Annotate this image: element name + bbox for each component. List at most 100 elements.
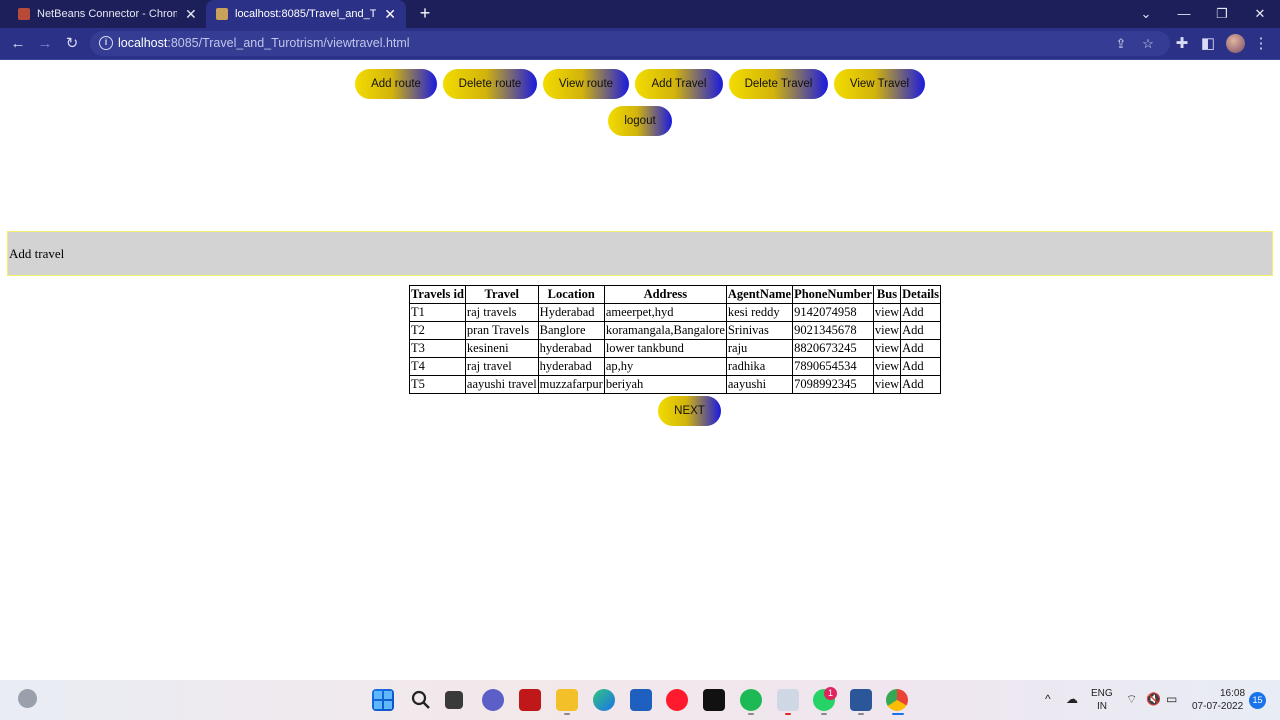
next-button[interactable]: NEXT: [658, 396, 721, 426]
tab-viewtravel[interactable]: localhost:8085/Travel_and_Turotrism ✕: [206, 0, 406, 28]
region-indicator: IN: [1097, 701, 1107, 712]
delete-route-button[interactable]: Delete route: [443, 69, 537, 99]
bus-view-link[interactable]: view: [872, 357, 902, 376]
add-travel-panel: Add travel: [7, 231, 1273, 276]
word-icon[interactable]: [850, 689, 872, 711]
details-add-link[interactable]: Add: [900, 339, 941, 358]
cell-travels-id: T1: [409, 303, 466, 322]
cell-travel: aayushi travel: [464, 375, 539, 394]
windows-start-icon[interactable]: [372, 689, 394, 711]
virtualbox-icon[interactable]: [777, 689, 799, 711]
view-travel-button[interactable]: View Travel: [834, 69, 925, 99]
cell-travel: raj travels: [464, 303, 539, 322]
bus-view-link[interactable]: view: [872, 303, 902, 322]
battery-icon[interactable]: ▭: [1166, 692, 1177, 706]
cell-phonenumber: 9142074958: [792, 303, 874, 322]
delete-travel-button[interactable]: Delete Travel: [729, 69, 828, 99]
tab-netbeans-connector[interactable]: NetBeans Connector - Chrome W ✕: [10, 0, 206, 28]
speaker-muted-icon[interactable]: 🔇: [1146, 692, 1161, 706]
tab-close-icon[interactable]: ✕: [384, 6, 396, 23]
opera-icon[interactable]: [666, 689, 688, 711]
cell-location: Banglore: [537, 321, 605, 340]
spotify-icon[interactable]: [740, 689, 762, 711]
column-header-address: Address: [603, 285, 727, 304]
onedrive-cloud-icon[interactable]: ☁: [1066, 692, 1078, 706]
add-travel-button[interactable]: Add Travel: [635, 69, 723, 99]
menu-kebab-icon[interactable]: ⋮: [1250, 33, 1272, 55]
search-icon[interactable]: [410, 689, 432, 711]
minimize-icon[interactable]: —: [1173, 4, 1195, 24]
cell-location: hyderabad: [537, 339, 605, 358]
netbeans-favicon-icon: [18, 8, 30, 20]
running-indicator: [892, 713, 904, 715]
new-tab-button[interactable]: +: [416, 4, 434, 24]
column-header-phonenumber: PhoneNumber: [792, 285, 874, 304]
share-icon[interactable]: ⇪: [1112, 35, 1130, 53]
mcafee-icon[interactable]: [519, 689, 541, 711]
forward-icon[interactable]: →: [34, 33, 56, 55]
cell-travel: pran Travels: [464, 321, 539, 340]
bus-view-link[interactable]: view: [872, 339, 902, 358]
task-view-icon[interactable]: [445, 691, 463, 709]
notification-count-badge[interactable]: 15: [1249, 692, 1266, 709]
cell-travel: raj travel: [464, 357, 539, 376]
edge-icon[interactable]: [593, 689, 615, 711]
teams-chat-icon[interactable]: [482, 689, 504, 711]
restore-icon[interactable]: ❐: [1211, 4, 1233, 24]
cell-address: lower tankbund: [603, 339, 727, 358]
site-info-icon[interactable]: i: [99, 36, 113, 50]
terminal-icon[interactable]: [703, 689, 725, 711]
cell-travels-id: T5: [409, 375, 466, 394]
bus-view-link[interactable]: view: [872, 375, 902, 394]
logout-button[interactable]: logout: [608, 106, 672, 136]
details-add-link[interactable]: Add: [900, 303, 941, 322]
cell-address: ap,hy: [603, 357, 727, 376]
clock-date[interactable]: 07-07-2022: [1192, 701, 1243, 712]
cell-phonenumber: 7890654534: [792, 357, 874, 376]
table-row: T5 aayushi travel muzzafarpur beriyah aa…: [409, 375, 941, 394]
tab-close-icon[interactable]: ✕: [185, 6, 197, 23]
profile-avatar[interactable]: [1226, 34, 1245, 53]
file-explorer-icon[interactable]: [556, 689, 578, 711]
running-indicator: [564, 713, 570, 715]
details-add-link[interactable]: Add: [900, 357, 941, 376]
page-favicon-icon: [216, 8, 228, 20]
microsoft-store-icon[interactable]: [630, 689, 652, 711]
bus-view-link[interactable]: view: [872, 321, 902, 340]
table-row: T1 raj travels Hyderabad ameerpet,hyd ke…: [409, 303, 941, 322]
back-icon[interactable]: ←: [7, 33, 29, 55]
cell-travels-id: T4: [409, 357, 466, 376]
browser-toolbar: ← → ↻ i localhost:8085/Travel_and_Turotr…: [0, 28, 1280, 59]
language-indicator[interactable]: ENG: [1091, 688, 1113, 699]
column-header-travels-id: Travels id: [409, 285, 466, 304]
side-panel-icon[interactable]: ◧: [1197, 33, 1219, 55]
address-url[interactable]: localhost:8085/Travel_and_Turotrism/view…: [118, 36, 410, 50]
tab-title: NetBeans Connector - Chrome W: [37, 8, 177, 20]
widgets-icon[interactable]: [18, 689, 37, 708]
clock-time[interactable]: 16:08: [1220, 688, 1245, 699]
details-add-link[interactable]: Add: [900, 375, 941, 394]
column-header-details: Details: [900, 285, 941, 304]
travels-table: Travels id Travel Location Address Agent…: [409, 285, 941, 394]
url-host: localhost: [118, 36, 168, 50]
tab-title: localhost:8085/Travel_and_Turotrism: [235, 8, 377, 20]
cell-phonenumber: 9021345678: [792, 321, 874, 340]
extensions-puzzle-icon[interactable]: ✚: [1171, 33, 1193, 55]
tab-search-chevron-icon[interactable]: ⌄: [1135, 4, 1157, 24]
details-add-link[interactable]: Add: [900, 321, 941, 340]
close-window-icon[interactable]: ✕: [1249, 4, 1271, 24]
address-bar[interactable]: i localhost:8085/Travel_and_Turotrism/vi…: [90, 31, 1170, 56]
cell-agentname: raju: [725, 339, 794, 358]
cell-agentname: kesi reddy: [725, 303, 794, 322]
cell-address: koramangala,Bangalore: [603, 321, 727, 340]
reload-icon[interactable]: ↻: [61, 33, 83, 55]
chrome-icon[interactable]: [886, 689, 908, 711]
view-route-button[interactable]: View route: [543, 69, 629, 99]
show-hidden-icons-chevron-icon[interactable]: ^: [1045, 692, 1051, 706]
cell-phonenumber: 8820673245: [792, 339, 874, 358]
running-indicator: [858, 713, 864, 715]
table-row: T4 raj travel hyderabad ap,hy radhika 78…: [409, 357, 941, 376]
wifi-icon[interactable]: ⌔: [1126, 692, 1137, 707]
bookmark-star-icon[interactable]: ☆: [1139, 35, 1157, 53]
add-route-button[interactable]: Add route: [355, 69, 437, 99]
